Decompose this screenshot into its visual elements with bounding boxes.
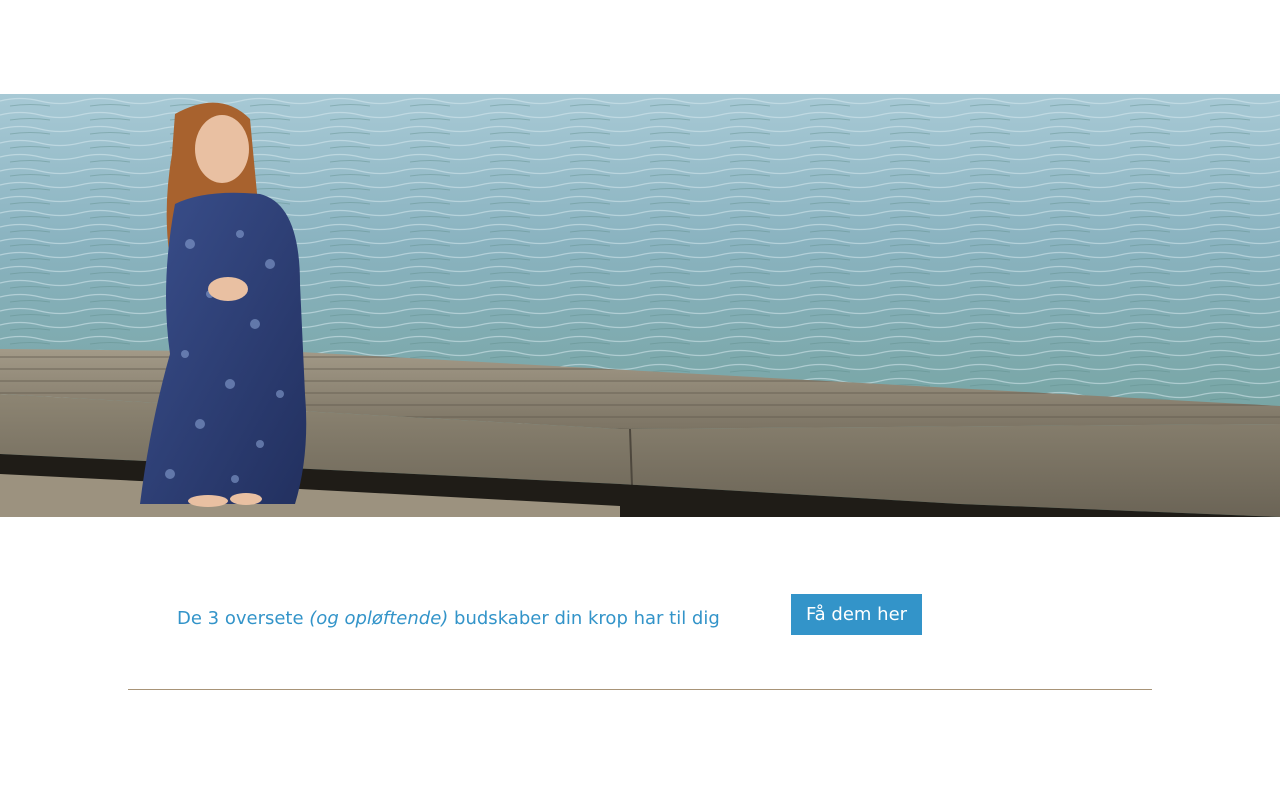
get-them-button[interactable]: Få dem her <box>791 594 922 635</box>
cta-section: De 3 oversete (og opløftende) budskaber … <box>0 517 1280 689</box>
hero-photo <box>0 94 1280 517</box>
cta-text-before: De 3 oversete <box>177 608 310 629</box>
header-area <box>0 0 1280 94</box>
page: De 3 oversete (og opløftende) budskaber … <box>0 0 1280 800</box>
cta-text-italic: (og opløftende) <box>309 608 449 629</box>
hero-image <box>0 94 1280 517</box>
cta-text-after: budskaber din krop har til dig <box>448 608 720 629</box>
divider <box>128 689 1152 690</box>
cta-headline: De 3 oversete (og opløftende) budskaber … <box>177 607 720 631</box>
